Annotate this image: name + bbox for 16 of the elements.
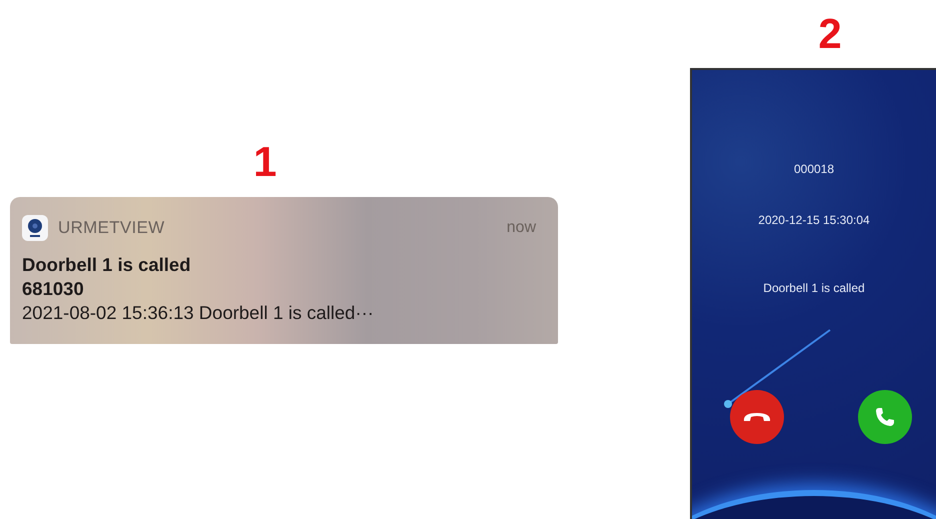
call-datetime: 2020-12-15 15:30:04 [757, 212, 871, 229]
call-message: Doorbell 1 is called [762, 280, 866, 297]
notification-card[interactable]: URMETVIEW now Doorbell 1 is called 681030 2021-08-02 15:36:13 Doorbell 1 is called··· [10, 197, 558, 344]
notification-time: now [506, 218, 536, 238]
app-icon [22, 215, 48, 241]
decline-call-button[interactable] [730, 390, 784, 444]
figure-number: 2 [817, 12, 843, 56]
hang-up-icon [742, 410, 772, 424]
phone-icon [873, 405, 897, 429]
figure-number: 1 [252, 140, 278, 184]
answer-call-button[interactable] [858, 390, 912, 444]
caller-id: 000018 [792, 161, 836, 178]
notification-subtitle: 681030 [22, 277, 85, 301]
notification-title: Doorbell 1 is called [22, 253, 192, 277]
app-name: URMETVIEW [58, 217, 165, 240]
notification-message: 2021-08-02 15:36:13 Doorbell 1 is called··· [22, 301, 375, 325]
